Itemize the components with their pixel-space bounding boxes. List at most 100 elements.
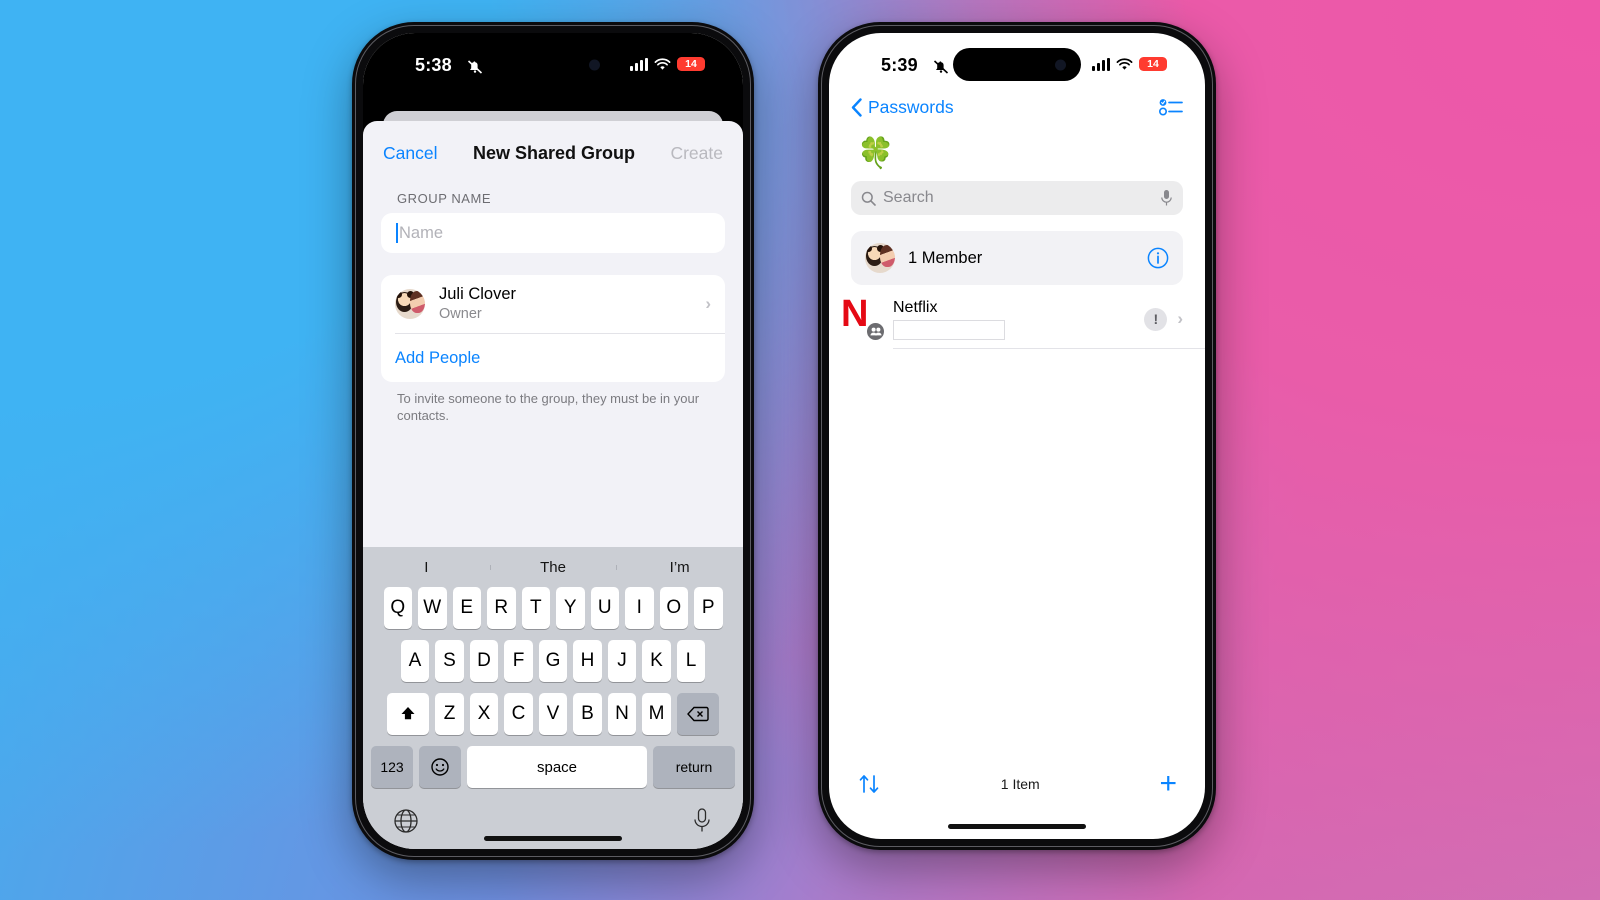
member-count-label: 1 Member: [908, 248, 983, 267]
battery-indicator: 14: [1139, 57, 1167, 71]
key-y[interactable]: Y: [556, 587, 585, 629]
cellular-bars-icon: [630, 57, 648, 71]
select-list-icon[interactable]: [1159, 97, 1183, 117]
phone-right: 5:39 14 Passwords 🍀 Search 1 Member N Ne…: [818, 22, 1216, 850]
create-button[interactable]: Create: [670, 143, 723, 164]
prediction-3[interactable]: I’m: [616, 559, 743, 576]
navigation-bar: Passwords: [829, 85, 1205, 129]
key-r[interactable]: R: [487, 587, 516, 629]
key-w[interactable]: W: [418, 587, 447, 629]
home-indicator[interactable]: [484, 836, 622, 841]
search-icon: [861, 191, 876, 206]
plus-icon[interactable]: +: [1159, 769, 1177, 799]
key-q[interactable]: Q: [383, 587, 412, 629]
phone-left: 5:38 14 Cancel New Shared Group Create G…: [352, 22, 754, 860]
space-key[interactable]: space: [467, 746, 647, 788]
keyboard-row-3: Z X C V B N M: [363, 693, 743, 735]
prediction-1[interactable]: I: [363, 559, 490, 576]
status-bar-right: 5:39 14: [829, 33, 1205, 87]
battery-indicator: 14: [677, 57, 705, 71]
globe-icon[interactable]: [393, 808, 419, 834]
shift-up-icon[interactable]: [387, 693, 430, 735]
owner-role: Owner: [439, 305, 482, 322]
key-v[interactable]: V: [538, 693, 568, 735]
status-bar-left: 5:38 14: [363, 33, 743, 87]
shared-people-badge-icon: [866, 322, 885, 341]
key-e[interactable]: E: [452, 587, 481, 629]
sheet-navigation-bar: Cancel New Shared Group Create: [363, 121, 743, 185]
item-title: Netflix: [893, 298, 938, 316]
key-l[interactable]: L: [676, 640, 706, 682]
new-shared-group-sheet: Cancel New Shared Group Create GROUP NAM…: [363, 121, 743, 849]
key-t[interactable]: T: [521, 587, 550, 629]
key-m[interactable]: M: [642, 693, 671, 735]
status-time: 5:38: [415, 55, 452, 75]
add-people-button[interactable]: Add People: [381, 334, 725, 382]
search-placeholder: Search: [883, 189, 934, 206]
microphone-icon[interactable]: [691, 807, 713, 835]
key-c[interactable]: C: [504, 693, 533, 735]
key-o[interactable]: O: [659, 587, 688, 629]
key-h[interactable]: H: [573, 640, 602, 682]
key-f[interactable]: F: [504, 640, 533, 682]
backspace-icon[interactable]: [676, 693, 719, 735]
prediction-bar: I The I’m: [363, 547, 743, 587]
key-b[interactable]: B: [573, 693, 602, 735]
text-caret: [396, 223, 398, 243]
member-row[interactable]: 1 Member: [851, 231, 1183, 285]
keyboard-row-2: A S D F G H J K L: [363, 640, 743, 682]
return-key[interactable]: return: [653, 746, 735, 788]
search-input[interactable]: Search: [851, 181, 1183, 215]
key-g[interactable]: G: [538, 640, 568, 682]
avatar: [395, 289, 425, 319]
group-name-input[interactable]: Name: [381, 213, 725, 253]
list-item[interactable]: N Netflix ! ›: [829, 290, 1205, 348]
key-x[interactable]: X: [469, 693, 499, 735]
onscreen-keyboard: I The I’m Q W E R T Y U I O P A S D F G …: [363, 547, 743, 849]
emoji-smiley-icon[interactable]: [419, 746, 461, 788]
keyboard-bottom-bar: [363, 799, 743, 835]
chevron-right-icon: ›: [1177, 309, 1183, 328]
group-name-section-label: GROUP NAME: [397, 191, 492, 206]
list-item-owner[interactable]: Juli Clover Owner ›: [381, 275, 725, 333]
key-u[interactable]: U: [590, 587, 619, 629]
chevron-right-icon: ›: [705, 294, 711, 313]
prediction-2[interactable]: The: [489, 559, 617, 576]
info-circle-icon[interactable]: [1147, 247, 1169, 269]
key-n[interactable]: N: [607, 693, 637, 735]
netflix-logo-icon: N: [841, 295, 885, 341]
key-k[interactable]: K: [642, 640, 671, 682]
microphone-icon[interactable]: [1160, 189, 1173, 207]
key-i[interactable]: I: [625, 587, 654, 629]
dynamic-island: [491, 48, 615, 81]
owner-name: Juli Clover: [439, 284, 517, 303]
screen-right: 5:39 14 Passwords 🍀 Search 1 Member N Ne…: [829, 33, 1205, 839]
exclamation-badge-icon[interactable]: !: [1144, 307, 1168, 331]
back-button-label: Passwords: [868, 96, 954, 117]
key-z[interactable]: Z: [435, 693, 464, 735]
page-title: New Shared Group: [472, 142, 635, 163]
invite-footnote: To invite someone to the group, they mus…: [397, 391, 700, 423]
back-button[interactable]: Passwords: [851, 97, 954, 118]
key-a[interactable]: A: [400, 640, 430, 682]
group-name-placeholder: Name: [399, 223, 444, 242]
key-p[interactable]: P: [694, 587, 723, 629]
cancel-button[interactable]: Cancel: [383, 143, 437, 164]
keyboard-row-1: Q W E R T Y U I O P: [363, 587, 743, 629]
status-time: 5:39: [881, 55, 918, 75]
key-d[interactable]: D: [469, 640, 499, 682]
key-s[interactable]: S: [435, 640, 464, 682]
chevron-left-icon: [851, 97, 862, 117]
home-indicator[interactable]: [948, 824, 1086, 829]
keyboard-row-4: 123 space return: [363, 746, 743, 788]
dynamic-island: [953, 48, 1081, 81]
bell-slash-icon: [933, 60, 949, 74]
avatar: [865, 243, 895, 273]
wifi-icon: [654, 57, 671, 70]
item-count-label: 1 Item: [1000, 776, 1040, 792]
bell-slash-icon: [467, 60, 483, 74]
key-j[interactable]: J: [607, 640, 637, 682]
numbers-key[interactable]: 123: [371, 746, 413, 788]
divider: [893, 348, 1205, 349]
sort-arrows-icon[interactable]: [857, 772, 881, 796]
